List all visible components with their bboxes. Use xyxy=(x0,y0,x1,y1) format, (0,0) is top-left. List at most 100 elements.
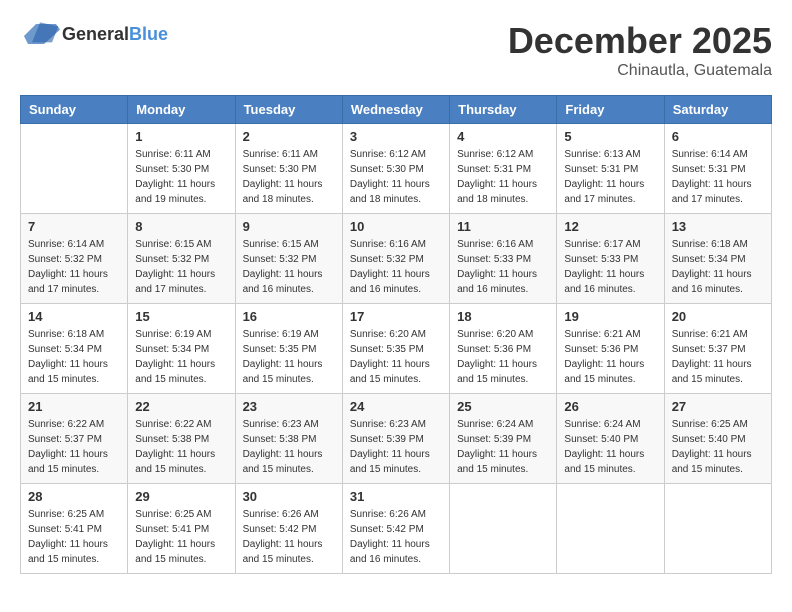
table-row: 5 Sunrise: 6:13 AMSunset: 5:31 PMDayligh… xyxy=(557,124,664,214)
header-sunday: Sunday xyxy=(21,96,128,124)
table-row: 17 Sunrise: 6:20 AMSunset: 5:35 PMDaylig… xyxy=(342,304,449,394)
title-block: December 2025 Chinautla, Guatemala xyxy=(508,20,772,80)
day-number: 8 xyxy=(135,219,227,234)
table-row: 24 Sunrise: 6:23 AMSunset: 5:39 PMDaylig… xyxy=(342,394,449,484)
calendar-week-row: 28 Sunrise: 6:25 AMSunset: 5:41 PMDaylig… xyxy=(21,484,772,574)
header-friday: Friday xyxy=(557,96,664,124)
day-info: Sunrise: 6:22 AMSunset: 5:37 PMDaylight:… xyxy=(28,417,120,477)
calendar-header-row: Sunday Monday Tuesday Wednesday Thursday… xyxy=(21,96,772,124)
table-row: 19 Sunrise: 6:21 AMSunset: 5:36 PMDaylig… xyxy=(557,304,664,394)
day-info: Sunrise: 6:21 AMSunset: 5:37 PMDaylight:… xyxy=(672,327,764,387)
day-info: Sunrise: 6:17 AMSunset: 5:33 PMDaylight:… xyxy=(564,237,656,297)
day-info: Sunrise: 6:15 AMSunset: 5:32 PMDaylight:… xyxy=(135,237,227,297)
table-row: 22 Sunrise: 6:22 AMSunset: 5:38 PMDaylig… xyxy=(128,394,235,484)
day-info: Sunrise: 6:25 AMSunset: 5:41 PMDaylight:… xyxy=(135,507,227,567)
day-number: 17 xyxy=(350,309,442,324)
day-number: 30 xyxy=(243,489,335,504)
day-info: Sunrise: 6:23 AMSunset: 5:38 PMDaylight:… xyxy=(243,417,335,477)
day-info: Sunrise: 6:16 AMSunset: 5:32 PMDaylight:… xyxy=(350,237,442,297)
day-info: Sunrise: 6:24 AMSunset: 5:39 PMDaylight:… xyxy=(457,417,549,477)
table-row xyxy=(664,484,771,574)
day-number: 1 xyxy=(135,129,227,144)
day-number: 7 xyxy=(28,219,120,234)
day-info: Sunrise: 6:21 AMSunset: 5:36 PMDaylight:… xyxy=(564,327,656,387)
day-number: 12 xyxy=(564,219,656,234)
header-monday: Monday xyxy=(128,96,235,124)
logo-icon xyxy=(20,20,60,48)
logo-blue: Blue xyxy=(129,24,168,44)
day-number: 24 xyxy=(350,399,442,414)
day-info: Sunrise: 6:20 AMSunset: 5:36 PMDaylight:… xyxy=(457,327,549,387)
day-info: Sunrise: 6:25 AMSunset: 5:40 PMDaylight:… xyxy=(672,417,764,477)
calendar-week-row: 1 Sunrise: 6:11 AMSunset: 5:30 PMDayligh… xyxy=(21,124,772,214)
table-row: 6 Sunrise: 6:14 AMSunset: 5:31 PMDayligh… xyxy=(664,124,771,214)
day-number: 29 xyxy=(135,489,227,504)
table-row: 9 Sunrise: 6:15 AMSunset: 5:32 PMDayligh… xyxy=(235,214,342,304)
table-row: 3 Sunrise: 6:12 AMSunset: 5:30 PMDayligh… xyxy=(342,124,449,214)
header-wednesday: Wednesday xyxy=(342,96,449,124)
month-title: December 2025 xyxy=(508,20,772,62)
table-row xyxy=(557,484,664,574)
day-number: 25 xyxy=(457,399,549,414)
location: Chinautla, Guatemala xyxy=(508,62,772,80)
table-row: 16 Sunrise: 6:19 AMSunset: 5:35 PMDaylig… xyxy=(235,304,342,394)
table-row: 27 Sunrise: 6:25 AMSunset: 5:40 PMDaylig… xyxy=(664,394,771,484)
header-tuesday: Tuesday xyxy=(235,96,342,124)
day-number: 23 xyxy=(243,399,335,414)
day-info: Sunrise: 6:26 AMSunset: 5:42 PMDaylight:… xyxy=(350,507,442,567)
table-row xyxy=(450,484,557,574)
calendar-table: Sunday Monday Tuesday Wednesday Thursday… xyxy=(20,95,772,574)
day-info: Sunrise: 6:12 AMSunset: 5:30 PMDaylight:… xyxy=(350,147,442,207)
day-number: 4 xyxy=(457,129,549,144)
table-row: 11 Sunrise: 6:16 AMSunset: 5:33 PMDaylig… xyxy=(450,214,557,304)
table-row: 1 Sunrise: 6:11 AMSunset: 5:30 PMDayligh… xyxy=(128,124,235,214)
table-row: 30 Sunrise: 6:26 AMSunset: 5:42 PMDaylig… xyxy=(235,484,342,574)
table-row: 18 Sunrise: 6:20 AMSunset: 5:36 PMDaylig… xyxy=(450,304,557,394)
day-number: 18 xyxy=(457,309,549,324)
day-number: 28 xyxy=(28,489,120,504)
table-row: 21 Sunrise: 6:22 AMSunset: 5:37 PMDaylig… xyxy=(21,394,128,484)
day-info: Sunrise: 6:15 AMSunset: 5:32 PMDaylight:… xyxy=(243,237,335,297)
table-row: 7 Sunrise: 6:14 AMSunset: 5:32 PMDayligh… xyxy=(21,214,128,304)
day-info: Sunrise: 6:26 AMSunset: 5:42 PMDaylight:… xyxy=(243,507,335,567)
day-info: Sunrise: 6:11 AMSunset: 5:30 PMDaylight:… xyxy=(135,147,227,207)
table-row: 23 Sunrise: 6:23 AMSunset: 5:38 PMDaylig… xyxy=(235,394,342,484)
table-row: 8 Sunrise: 6:15 AMSunset: 5:32 PMDayligh… xyxy=(128,214,235,304)
day-info: Sunrise: 6:12 AMSunset: 5:31 PMDaylight:… xyxy=(457,147,549,207)
day-number: 9 xyxy=(243,219,335,234)
day-info: Sunrise: 6:19 AMSunset: 5:34 PMDaylight:… xyxy=(135,327,227,387)
table-row xyxy=(21,124,128,214)
table-row: 28 Sunrise: 6:25 AMSunset: 5:41 PMDaylig… xyxy=(21,484,128,574)
day-info: Sunrise: 6:19 AMSunset: 5:35 PMDaylight:… xyxy=(243,327,335,387)
table-row: 13 Sunrise: 6:18 AMSunset: 5:34 PMDaylig… xyxy=(664,214,771,304)
table-row: 31 Sunrise: 6:26 AMSunset: 5:42 PMDaylig… xyxy=(342,484,449,574)
day-number: 11 xyxy=(457,219,549,234)
day-info: Sunrise: 6:20 AMSunset: 5:35 PMDaylight:… xyxy=(350,327,442,387)
day-number: 21 xyxy=(28,399,120,414)
day-info: Sunrise: 6:18 AMSunset: 5:34 PMDaylight:… xyxy=(28,327,120,387)
day-number: 15 xyxy=(135,309,227,324)
header-saturday: Saturday xyxy=(664,96,771,124)
day-number: 19 xyxy=(564,309,656,324)
day-info: Sunrise: 6:11 AMSunset: 5:30 PMDaylight:… xyxy=(243,147,335,207)
logo-general: General xyxy=(62,24,129,44)
day-info: Sunrise: 6:24 AMSunset: 5:40 PMDaylight:… xyxy=(564,417,656,477)
day-number: 6 xyxy=(672,129,764,144)
day-number: 22 xyxy=(135,399,227,414)
day-number: 13 xyxy=(672,219,764,234)
day-number: 14 xyxy=(28,309,120,324)
day-number: 3 xyxy=(350,129,442,144)
day-info: Sunrise: 6:23 AMSunset: 5:39 PMDaylight:… xyxy=(350,417,442,477)
header-thursday: Thursday xyxy=(450,96,557,124)
day-info: Sunrise: 6:22 AMSunset: 5:38 PMDaylight:… xyxy=(135,417,227,477)
table-row: 29 Sunrise: 6:25 AMSunset: 5:41 PMDaylig… xyxy=(128,484,235,574)
table-row: 20 Sunrise: 6:21 AMSunset: 5:37 PMDaylig… xyxy=(664,304,771,394)
day-info: Sunrise: 6:13 AMSunset: 5:31 PMDaylight:… xyxy=(564,147,656,207)
table-row: 25 Sunrise: 6:24 AMSunset: 5:39 PMDaylig… xyxy=(450,394,557,484)
day-info: Sunrise: 6:14 AMSunset: 5:32 PMDaylight:… xyxy=(28,237,120,297)
day-info: Sunrise: 6:25 AMSunset: 5:41 PMDaylight:… xyxy=(28,507,120,567)
calendar-week-row: 7 Sunrise: 6:14 AMSunset: 5:32 PMDayligh… xyxy=(21,214,772,304)
page-header: GeneralBlue December 2025 Chinautla, Gua… xyxy=(20,20,772,80)
day-info: Sunrise: 6:16 AMSunset: 5:33 PMDaylight:… xyxy=(457,237,549,297)
table-row: 4 Sunrise: 6:12 AMSunset: 5:31 PMDayligh… xyxy=(450,124,557,214)
